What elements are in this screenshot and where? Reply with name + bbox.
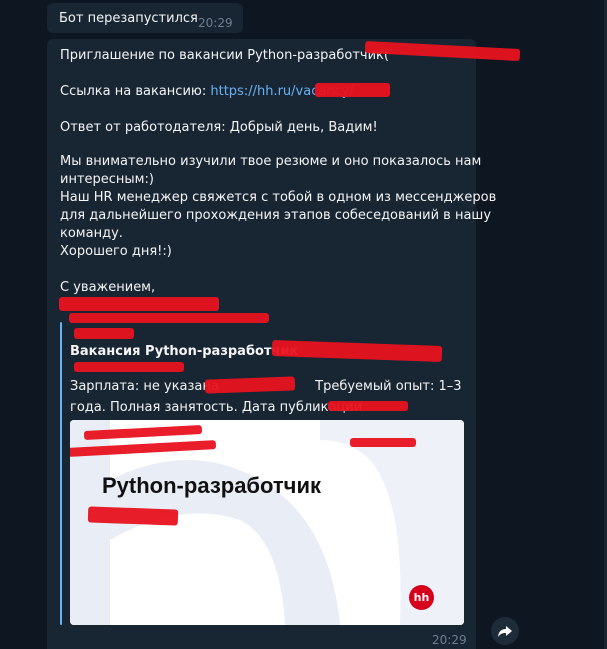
body-line: для дальнейшего прохождения этапов собес… bbox=[60, 208, 492, 223]
signature: С уважением, bbox=[60, 280, 156, 295]
link-preview[interactable]: Вакансия Python-разработчик Зарплата: не… bbox=[60, 322, 467, 625]
body-line: интересным:) bbox=[60, 172, 154, 187]
redaction bbox=[59, 297, 219, 311]
vacancy-link-row: Ссылка на вакансию: https://hh.ru/vacanc… bbox=[60, 84, 354, 99]
chat-window: Бот перезапустился 20:29 Приглашение по … bbox=[0, 0, 607, 649]
redaction bbox=[315, 83, 390, 97]
redaction bbox=[328, 401, 408, 411]
share-button[interactable] bbox=[491, 617, 519, 645]
message-time: 20:29 bbox=[198, 16, 233, 30]
preview-image-title: Python-разработчик bbox=[102, 473, 321, 498]
message-vacancy-invitation: Приглашение по вакансии Python-разработч… bbox=[47, 39, 521, 649]
preview-accent-bar bbox=[60, 322, 62, 625]
redaction bbox=[350, 438, 416, 447]
preview-experience: Требуемый опыт: 1–3 bbox=[315, 379, 462, 394]
body-line: Мы внимательно изучили твое резюме и оно… bbox=[60, 154, 482, 169]
preview-salary: Зарплата: не указана bbox=[70, 379, 219, 394]
message-bot-restarted: Бот перезапустился 20:29 bbox=[47, 3, 243, 33]
share-arrow-icon bbox=[498, 626, 512, 637]
body-line: Хорошего дня!:) bbox=[60, 244, 172, 259]
hh-logo-icon: hh bbox=[409, 585, 434, 610]
body-line: команду. bbox=[60, 226, 123, 241]
preview-image: Python-разработчик hh bbox=[70, 420, 464, 625]
redaction bbox=[74, 328, 134, 339]
employer-reply: Ответ от работодателя: Добрый день, Вади… bbox=[60, 120, 378, 135]
preview-description-line2: года. Полная занятость. Дата публикации bbox=[70, 400, 363, 415]
vacancy-link-label: Ссылка на вакансию: bbox=[60, 84, 207, 99]
preview-title: Вакансия Python-разработчик bbox=[70, 344, 299, 359]
redaction bbox=[74, 362, 184, 372]
message-text: Бот перезапустился bbox=[59, 11, 198, 26]
invitation-text: Приглашение по вакансии Python-разработч… bbox=[60, 48, 389, 63]
redaction bbox=[87, 506, 179, 526]
message-time: 20:29 bbox=[432, 633, 467, 647]
body-line: Наш HR менеджер свяжется с тобой в одном… bbox=[60, 190, 497, 205]
